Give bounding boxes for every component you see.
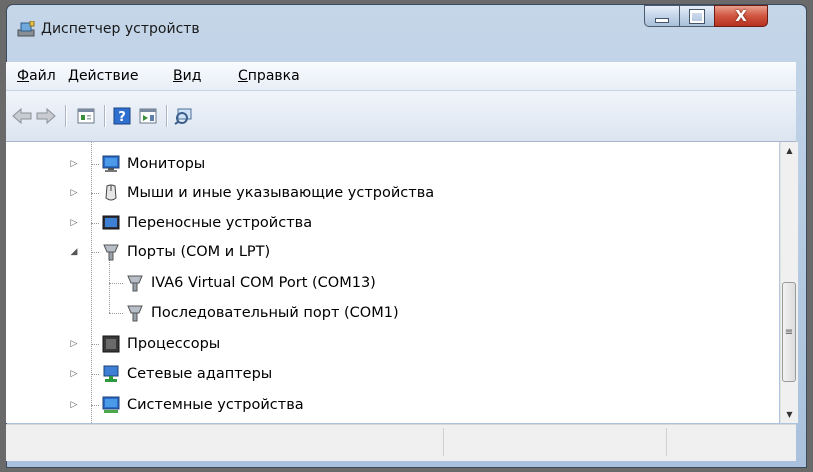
menu-help[interactable]: Справка [238, 68, 300, 84]
tree-connector [109, 283, 123, 284]
tree-item-label: IVA6 Virtual COM Port (COM13) [151, 275, 376, 291]
tree-item-label: Системные устройства [127, 397, 304, 413]
tree-connector [91, 223, 99, 224]
tree-connector [91, 374, 99, 375]
collapse-arrow-icon[interactable]: ◢ [69, 247, 79, 257]
tree-item-network-adapters[interactable]: ▷ Сетевые адаптеры [69, 363, 272, 385]
processor-icon [102, 335, 120, 353]
monitor-icon [102, 155, 120, 172]
scroll-thumb[interactable]: ≡ [782, 282, 796, 382]
toolbar-separator [65, 105, 67, 127]
scan-hardware-icon [174, 108, 192, 125]
menu-help-label: правка [247, 68, 300, 84]
tree-item-label: Процессоры [127, 336, 221, 352]
expand-arrow-icon[interactable]: ▷ [69, 369, 79, 379]
back-arrow-icon [12, 108, 32, 124]
tree-item-com13[interactable]: IVA6 Virtual COM Port (COM13) [109, 272, 376, 294]
driver-details-button[interactable] [138, 107, 158, 125]
tree-item-portable-devices[interactable]: ▷ Переносные устройства [69, 212, 313, 234]
menu-file[interactable]: Файл [17, 68, 56, 84]
forward-arrow-icon [36, 108, 56, 124]
scan-hardware-button[interactable] [174, 107, 194, 125]
toolbar-separator [104, 105, 106, 127]
status-panel [443, 428, 444, 456]
window-title: Диспетчер устройств [41, 21, 200, 37]
menu-action[interactable]: Действие [68, 68, 138, 84]
tree-item-mice[interactable]: ▷ Мыши и иные указывающие устройства [69, 182, 434, 204]
status-panel [666, 428, 667, 456]
close-icon: X [735, 7, 747, 25]
tree-item-ports[interactable]: ◢ Порты (COM и LPT) [69, 241, 270, 263]
tree-item-com1[interactable]: Последовательный порт (COM1) [109, 302, 399, 324]
driver-details-icon [139, 108, 157, 124]
tree-connector [91, 344, 99, 345]
tree-connector [91, 193, 99, 194]
menu-file-label: айл [29, 68, 56, 84]
close-button[interactable]: X [714, 5, 768, 27]
portable-device-icon [102, 215, 120, 230]
scroll-down-arrow-icon[interactable]: ▼ [781, 406, 798, 423]
maximize-icon [689, 8, 705, 24]
status-bar [6, 424, 796, 461]
tree-item-processors[interactable]: ▷ Процессоры [69, 333, 220, 355]
back-button[interactable] [12, 107, 32, 125]
tree-item-label: Порты (COM и LPT) [127, 244, 271, 260]
expand-arrow-icon[interactable]: ▷ [69, 339, 79, 349]
menu-action-accel: Д [68, 68, 79, 84]
tree-item-monitors[interactable]: ▷ Мониторы [69, 153, 205, 175]
device-manager-app-icon [17, 21, 35, 37]
menu-view-accel: В [173, 68, 183, 84]
menu-help-accel: С [238, 68, 248, 84]
mouse-icon [105, 184, 117, 201]
properties-icon [77, 108, 95, 124]
help-button[interactable]: ? [112, 107, 132, 125]
toolbar: ? [6, 91, 796, 142]
menu-view-label: ид [182, 68, 202, 84]
tree-connector [91, 405, 99, 406]
scroll-up-arrow-icon[interactable]: ▲ [781, 142, 798, 159]
tree-connector [109, 313, 123, 314]
menu-view[interactable]: Вид [173, 68, 201, 84]
expand-arrow-icon[interactable]: ▷ [69, 218, 79, 228]
menu-action-label: ействие [78, 68, 139, 84]
tree-item-label: Мыши и иные указывающие устройства [127, 185, 435, 201]
system-device-icon [102, 396, 120, 413]
expand-arrow-icon[interactable]: ▷ [69, 188, 79, 198]
toolbar-separator [166, 105, 168, 127]
minimize-icon [655, 17, 669, 23]
tree-connector [91, 164, 99, 165]
menu-file-accel: Ф [17, 68, 30, 84]
port-icon [103, 244, 119, 261]
expand-arrow-icon[interactable]: ▷ [69, 400, 79, 410]
forward-button[interactable] [36, 107, 56, 125]
tree-item-label: Переносные устройства [127, 215, 313, 231]
port-icon [127, 305, 143, 322]
properties-button[interactable] [76, 107, 96, 125]
port-icon [127, 275, 143, 292]
tree-item-label: Мониторы [127, 156, 206, 172]
help-icon: ? [113, 107, 131, 125]
svg-text:?: ? [118, 110, 126, 125]
network-adapter-icon [103, 365, 119, 382]
scroll-grip-icon: ≡ [784, 326, 794, 338]
tree-item-label: Сетевые адаптеры [127, 366, 273, 382]
tree-item-label: Последовательный порт (COM1) [151, 305, 399, 321]
vertical-scrollbar[interactable]: ▲ ≡ ▼ [780, 142, 798, 423]
minimize-button[interactable] [644, 5, 680, 27]
menu-bar: Файл Действие Вид Справка [6, 62, 796, 91]
tree-connector [91, 252, 99, 253]
maximize-button[interactable] [679, 5, 715, 27]
tree-item-system-devices[interactable]: ▷ Системные устройства [69, 394, 304, 416]
device-tree[interactable]: ▷ Мониторы ▷ Мыши и иные указывающие уст… [6, 142, 779, 423]
expand-arrow-icon[interactable]: ▷ [69, 159, 79, 169]
